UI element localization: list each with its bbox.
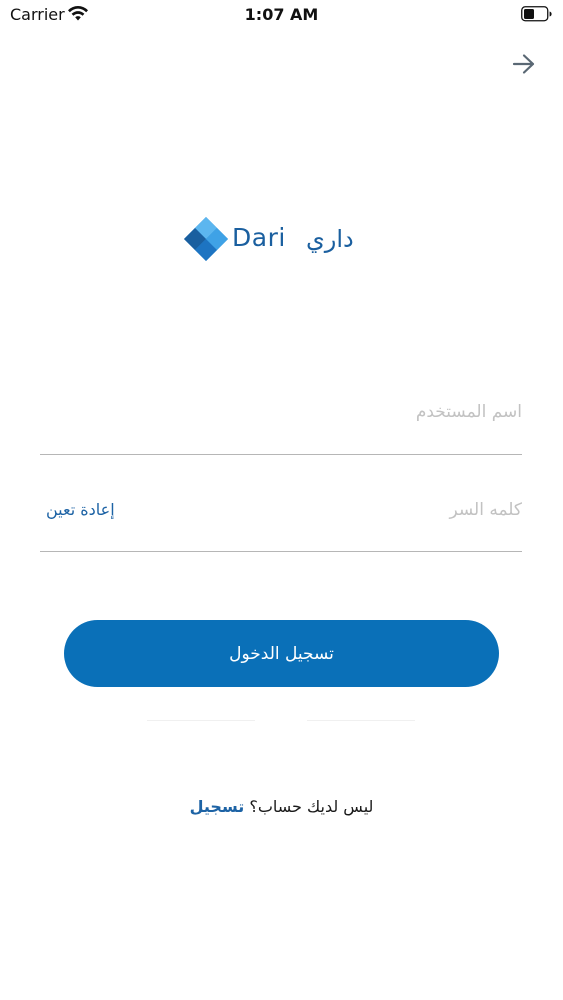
logo-text-arabic: داري — [306, 225, 354, 253]
password-field: إعادة تعين — [40, 488, 522, 552]
status-bar: Carrier 1:07 AM — [0, 0, 563, 30]
password-input[interactable] — [162, 496, 522, 524]
arrow-right-icon — [511, 52, 537, 80]
username-field — [40, 390, 522, 455]
logo-text-latin: Dari — [232, 223, 286, 252]
signup-link[interactable]: تسجيل — [190, 797, 245, 816]
username-input[interactable] — [162, 398, 522, 426]
battery-icon — [521, 6, 553, 22]
diamond-logo-icon — [183, 216, 229, 262]
login-button[interactable]: تسجيل الدخول — [64, 620, 499, 687]
back-button[interactable] — [507, 50, 541, 82]
clock: 1:07 AM — [244, 5, 319, 24]
divider-right — [307, 720, 415, 721]
divider-left — [147, 720, 255, 721]
reset-password-link[interactable]: إعادة تعين — [46, 500, 115, 519]
app-logo: Dari داري — [183, 216, 383, 262]
signup-prompt-text: ليس لديك حساب؟ — [249, 797, 374, 816]
signup-prompt: ليس لديك حساب؟ تسجيل — [0, 797, 563, 816]
